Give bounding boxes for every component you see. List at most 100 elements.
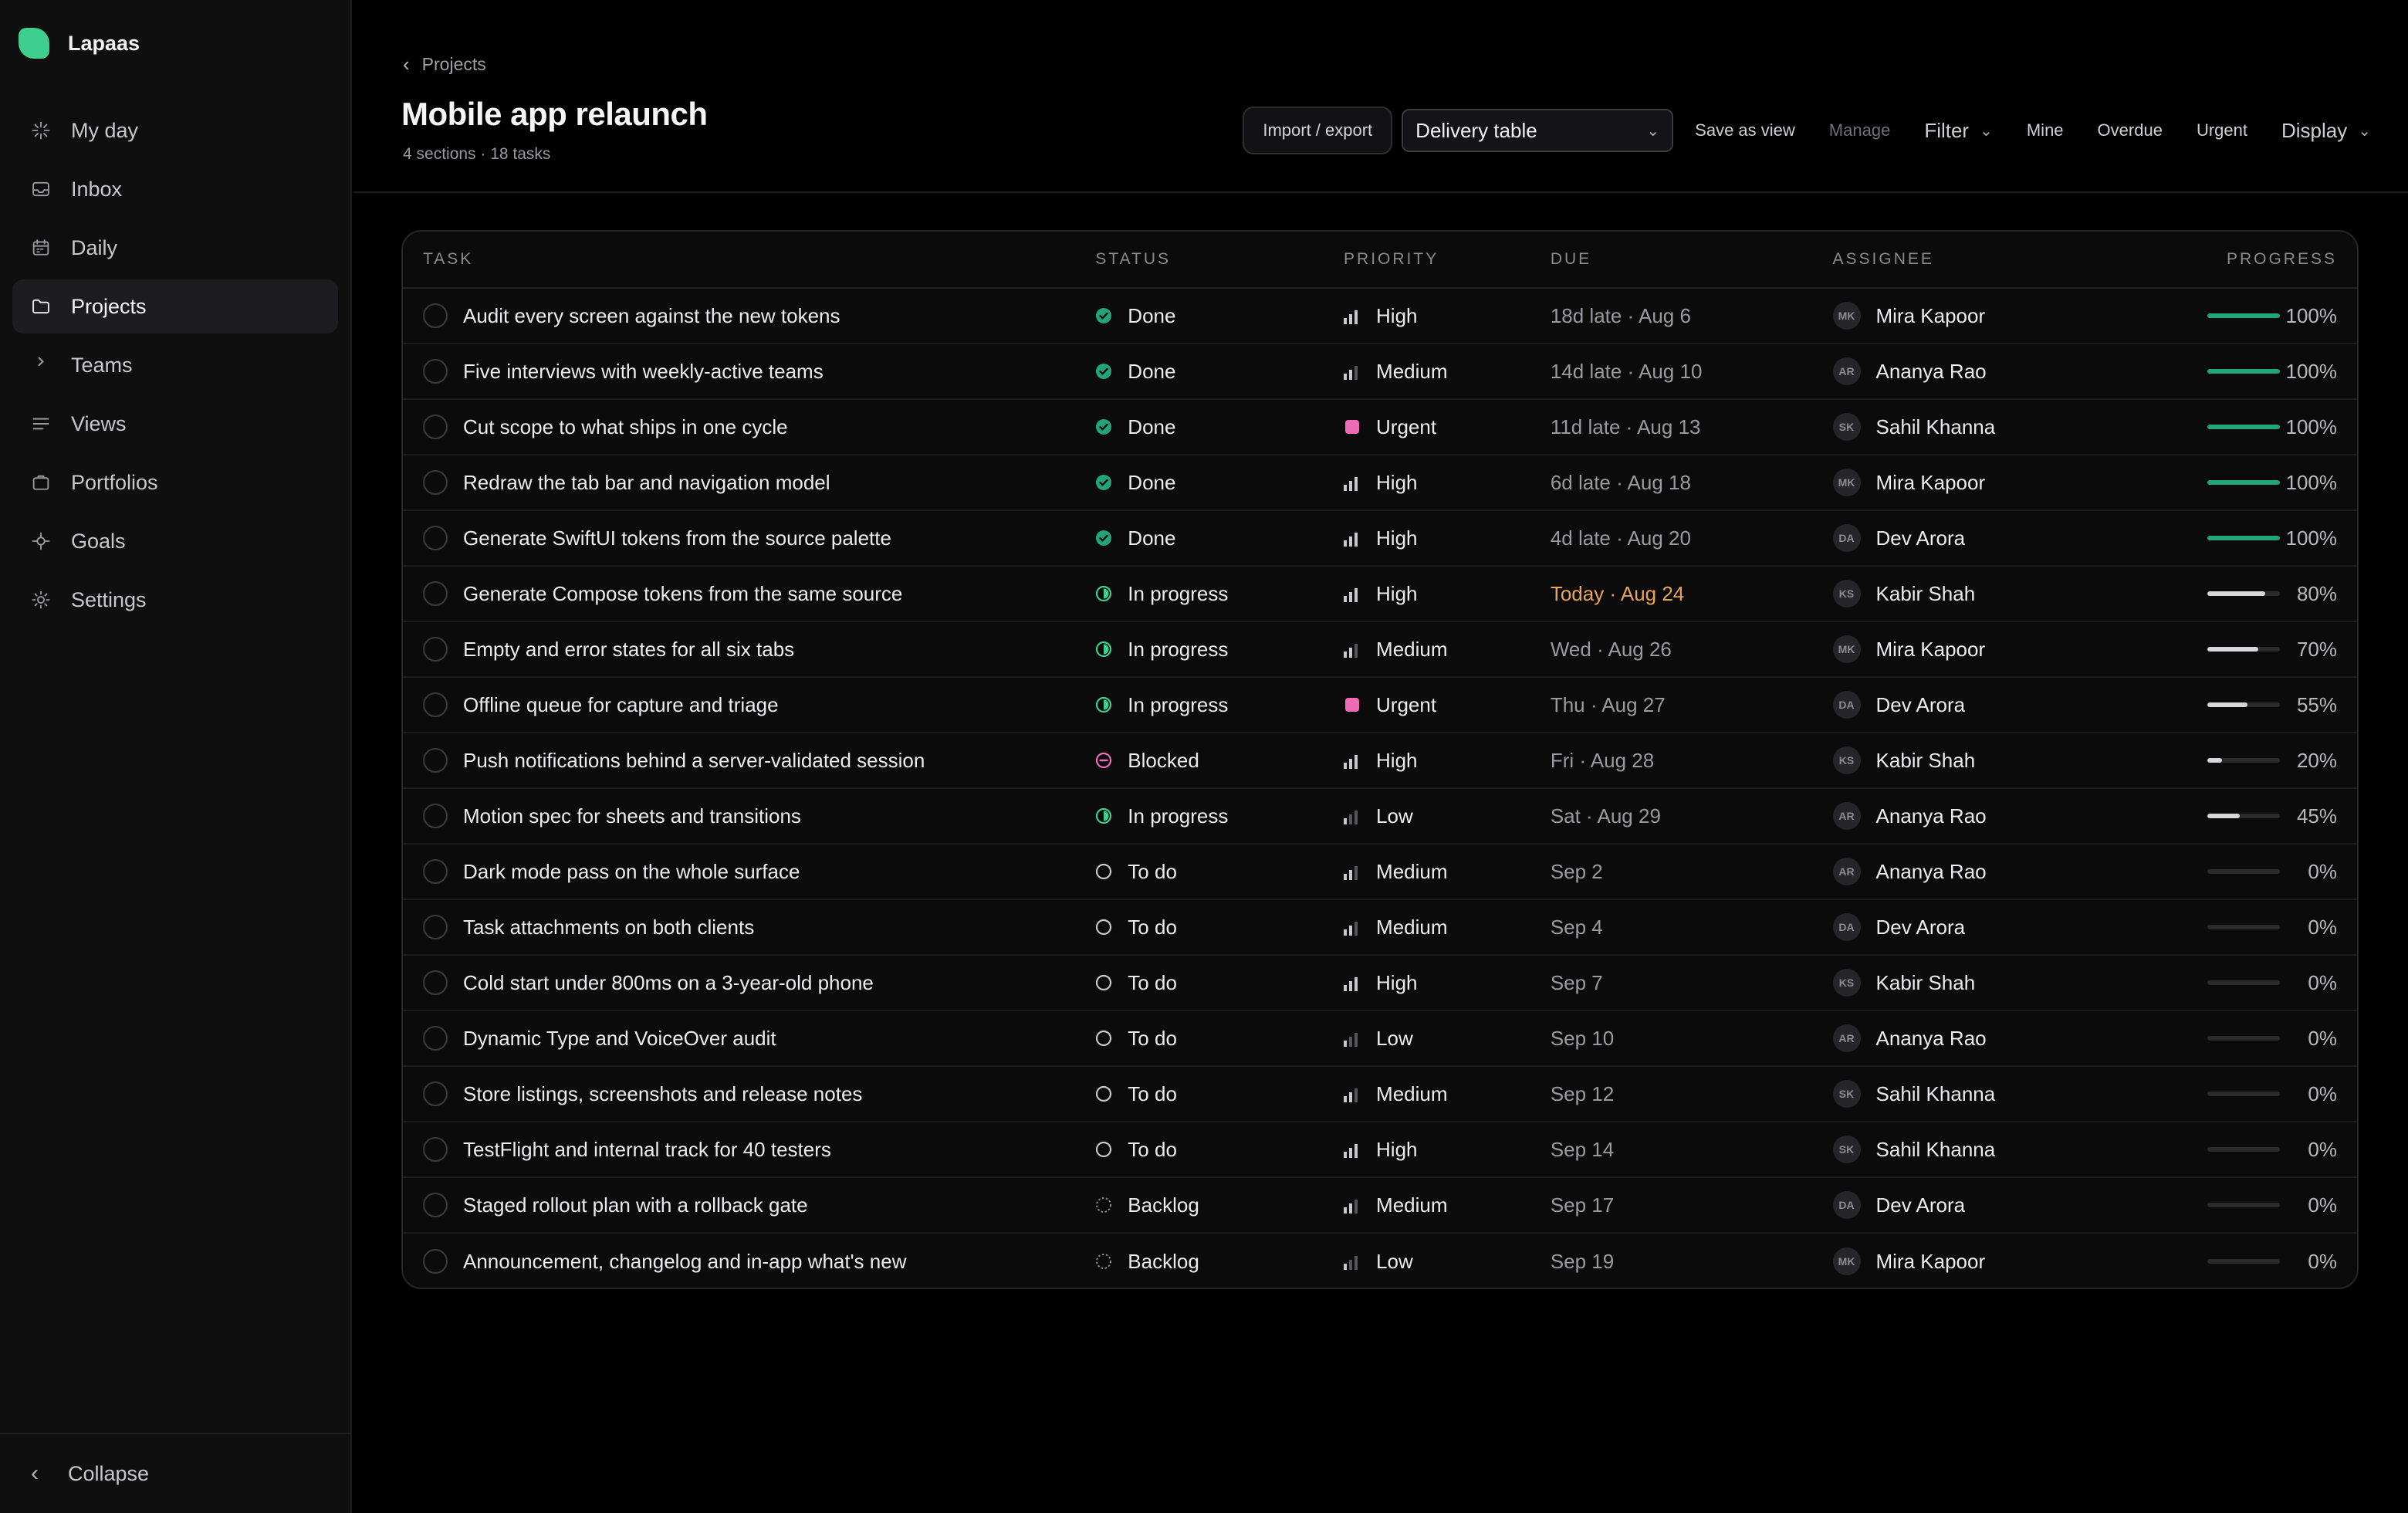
priority-cell[interactable]: High	[1344, 582, 1551, 606]
column-header-progress[interactable]: Progress	[2141, 250, 2357, 269]
sidebar-item-teams[interactable]: Teams	[12, 338, 338, 392]
complete-checkbox[interactable]	[423, 470, 448, 495]
priority-cell[interactable]: Medium	[1344, 360, 1551, 384]
sidebar-item-my-day[interactable]: My day	[12, 103, 338, 157]
complete-checkbox[interactable]	[423, 1193, 448, 1217]
table-row[interactable]: Announcement, changelog and in-app what'…	[403, 1234, 2357, 1288]
due-cell[interactable]: Today · Aug 24	[1551, 582, 1833, 606]
table-row[interactable]: Cold start under 800ms on a 3-year-old p…	[403, 956, 2357, 1011]
sidebar-item-views[interactable]: Views	[12, 397, 338, 451]
status-cell[interactable]: To do	[1095, 860, 1344, 884]
workspace-brand[interactable]: Lapaas	[19, 23, 140, 63]
import-export-button[interactable]: Import / export	[1243, 107, 1393, 154]
table-row[interactable]: Task attachments on both clients To do M…	[403, 900, 2357, 956]
task-title[interactable]: Redraw the tab bar and navigation model	[463, 471, 830, 495]
priority-cell[interactable]: High	[1344, 749, 1551, 773]
assignee-cell[interactable]: AR Ananya Rao	[1832, 858, 2142, 885]
status-cell[interactable]: In progress	[1095, 804, 1344, 828]
task-title[interactable]: Motion spec for sheets and transitions	[463, 804, 801, 828]
save-as-view-button[interactable]: Save as view	[1695, 120, 1795, 140]
table-row[interactable]: Cut scope to what ships in one cycle Don…	[403, 400, 2357, 455]
priority-cell[interactable]: High	[1344, 526, 1551, 550]
complete-checkbox[interactable]	[423, 637, 448, 662]
due-cell[interactable]: 4d late · Aug 20	[1551, 526, 1833, 550]
task-title[interactable]: TestFlight and internal track for 40 tes…	[463, 1138, 831, 1162]
column-header-task[interactable]: Task	[403, 250, 1095, 269]
table-row[interactable]: Five interviews with weekly-active teams…	[403, 344, 2357, 400]
table-row[interactable]: Push notifications behind a server-valid…	[403, 733, 2357, 789]
task-title[interactable]: Audit every screen against the new token…	[463, 304, 840, 328]
priority-cell[interactable]: High	[1344, 971, 1551, 995]
sidebar-item-daily[interactable]: Daily	[12, 221, 338, 275]
sidebar-item-portfolios[interactable]: Portfolios	[12, 455, 338, 509]
table-row[interactable]: Generate Compose tokens from the same so…	[403, 567, 2357, 622]
priority-cell[interactable]: Urgent	[1344, 693, 1551, 717]
status-cell[interactable]: To do	[1095, 971, 1344, 995]
due-cell[interactable]: 6d late · Aug 18	[1551, 471, 1833, 495]
table-row[interactable]: Motion spec for sheets and transitions I…	[403, 789, 2357, 845]
due-cell[interactable]: Sep 4	[1551, 916, 1833, 939]
complete-checkbox[interactable]	[423, 1249, 448, 1274]
status-cell[interactable]: Done	[1095, 471, 1344, 495]
table-row[interactable]: Empty and error states for all six tabs …	[403, 622, 2357, 678]
assignee-cell[interactable]: AR Ananya Rao	[1832, 357, 2142, 385]
due-cell[interactable]: Sep 2	[1551, 860, 1833, 884]
priority-cell[interactable]: Medium	[1344, 860, 1551, 884]
complete-checkbox[interactable]	[423, 581, 448, 606]
task-title[interactable]: Dark mode pass on the whole surface	[463, 860, 800, 884]
priority-cell[interactable]: Medium	[1344, 1082, 1551, 1106]
due-cell[interactable]: Sep 12	[1551, 1082, 1833, 1106]
status-cell[interactable]: Done	[1095, 304, 1344, 328]
sidebar-item-settings[interactable]: Settings	[12, 573, 338, 627]
sidebar-item-projects[interactable]: Projects	[12, 279, 338, 333]
complete-checkbox[interactable]	[423, 804, 448, 828]
table-row[interactable]: Staged rollout plan with a rollback gate…	[403, 1178, 2357, 1234]
priority-cell[interactable]: Medium	[1344, 916, 1551, 939]
due-cell[interactable]: Sat · Aug 29	[1551, 804, 1833, 828]
status-cell[interactable]: To do	[1095, 1138, 1344, 1162]
task-title[interactable]: Staged rollout plan with a rollback gate	[463, 1193, 808, 1217]
assignee-cell[interactable]: DA Dev Arora	[1832, 1191, 2142, 1219]
complete-checkbox[interactable]	[423, 859, 448, 884]
task-title[interactable]: Announcement, changelog and in-app what'…	[463, 1250, 906, 1274]
complete-checkbox[interactable]	[423, 970, 448, 995]
mine-filter-button[interactable]: Mine	[2027, 120, 2064, 140]
assignee-cell[interactable]: SK Sahil Khanna	[1832, 413, 2142, 441]
assignee-cell[interactable]: MK Mira Kapoor	[1832, 302, 2142, 330]
priority-cell[interactable]: Low	[1344, 1250, 1551, 1274]
status-cell[interactable]: Backlog	[1095, 1193, 1344, 1217]
column-header-status[interactable]: Status	[1095, 250, 1344, 269]
due-cell[interactable]: Sep 17	[1551, 1193, 1833, 1217]
status-cell[interactable]: Done	[1095, 415, 1344, 439]
status-cell[interactable]: In progress	[1095, 582, 1344, 606]
task-title[interactable]: Task attachments on both clients	[463, 916, 754, 939]
due-cell[interactable]: Wed · Aug 26	[1551, 638, 1833, 662]
priority-cell[interactable]: Urgent	[1344, 415, 1551, 439]
table-row[interactable]: Generate SwiftUI tokens from the source …	[403, 511, 2357, 567]
breadcrumb[interactable]: ‹ Projects	[403, 52, 486, 76]
assignee-cell[interactable]: MK Mira Kapoor	[1832, 635, 2142, 663]
collapse-sidebar-button[interactable]: ‹ Collapse	[0, 1433, 352, 1513]
task-title[interactable]: Generate SwiftUI tokens from the source …	[463, 526, 891, 550]
table-row[interactable]: Redraw the tab bar and navigation model …	[403, 455, 2357, 511]
status-cell[interactable]: In progress	[1095, 638, 1344, 662]
complete-checkbox[interactable]	[423, 526, 448, 550]
status-cell[interactable]: Backlog	[1095, 1250, 1344, 1274]
table-row[interactable]: Audit every screen against the new token…	[403, 289, 2357, 344]
assignee-cell[interactable]: DA Dev Arora	[1832, 524, 2142, 552]
task-title[interactable]: Dynamic Type and VoiceOver audit	[463, 1027, 776, 1051]
assignee-cell[interactable]: KS Kabir Shah	[1832, 746, 2142, 774]
display-button[interactable]: Display ⌄	[2281, 119, 2371, 143]
due-cell[interactable]: 14d late · Aug 10	[1551, 360, 1833, 384]
task-title[interactable]: Five interviews with weekly-active teams	[463, 360, 824, 384]
status-cell[interactable]: To do	[1095, 1027, 1344, 1051]
assignee-cell[interactable]: DA Dev Arora	[1832, 691, 2142, 719]
due-cell[interactable]: Sep 10	[1551, 1027, 1833, 1051]
status-cell[interactable]: Done	[1095, 360, 1344, 384]
complete-checkbox[interactable]	[423, 1137, 448, 1162]
complete-checkbox[interactable]	[423, 692, 448, 717]
task-title[interactable]: Generate Compose tokens from the same so…	[463, 582, 902, 606]
complete-checkbox[interactable]	[423, 1081, 448, 1106]
chevron-right-icon[interactable]	[29, 354, 52, 377]
sidebar-item-inbox[interactable]: Inbox	[12, 162, 338, 216]
